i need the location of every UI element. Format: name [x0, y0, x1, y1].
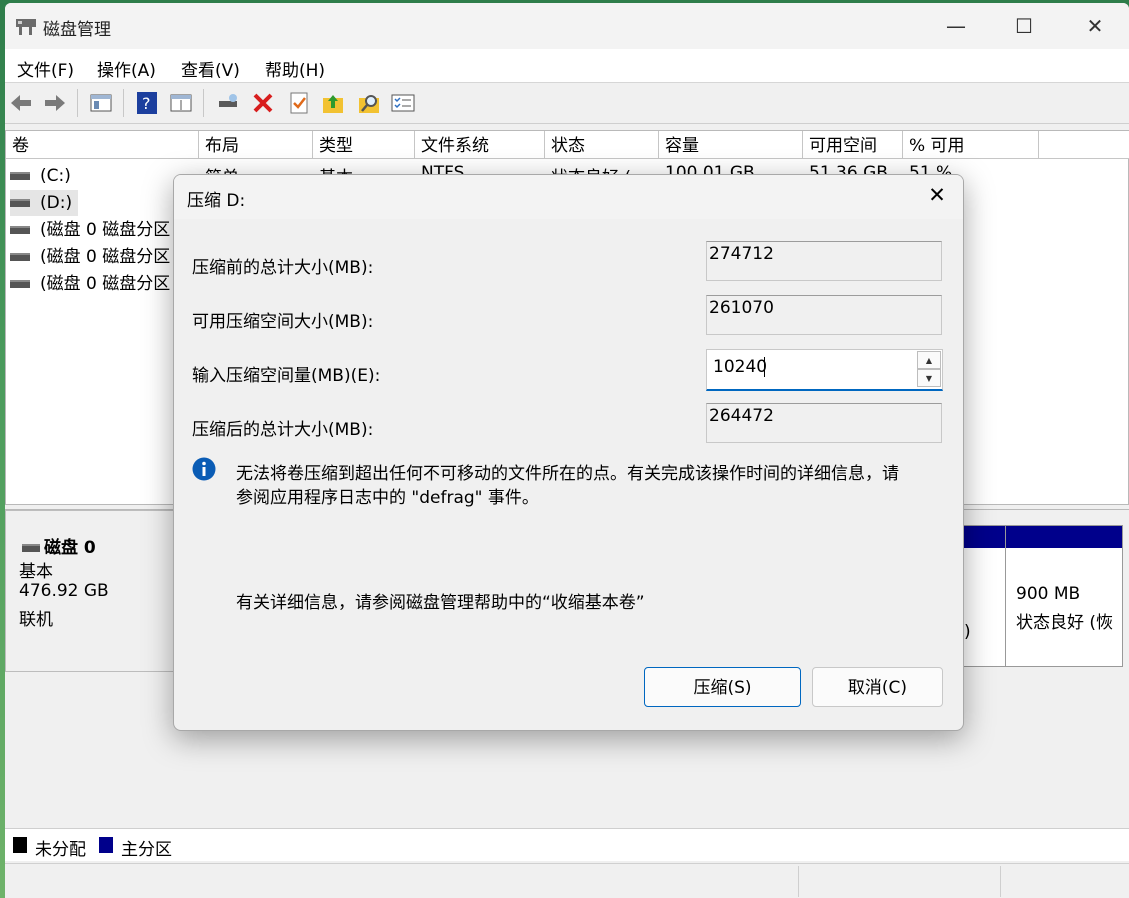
column-header-free-space[interactable]: 可用空间: [803, 131, 903, 159]
dialog-close-button[interactable]: ✕: [924, 183, 950, 207]
menu-view[interactable]: 查看(V): [181, 56, 240, 81]
toolbar-separator: [77, 89, 78, 117]
up-folder-icon[interactable]: [321, 91, 345, 115]
drive-icon: [10, 253, 30, 261]
column-header-percent-free[interactable]: % 可用: [903, 131, 1039, 159]
info-text-line1: 无法将卷压缩到超出任何不可移动的文件所在的点。有关完成该操作时间的详细信息，请: [236, 464, 899, 484]
disk-type: 基本: [19, 562, 53, 582]
column-header-status[interactable]: 状态: [545, 131, 659, 159]
total-before-label: 压缩前的总计大小(MB):: [192, 258, 374, 278]
drive-icon: [10, 172, 30, 180]
minimize-button[interactable]: —: [941, 13, 971, 39]
disk-0-info[interactable]: 磁盘 0 基本 476.92 GB 联机: [5, 510, 177, 672]
total-before-field: 274712: [706, 241, 942, 281]
disk-name-row: 磁盘 0: [22, 533, 96, 558]
dialog-title: 压缩 D:: [187, 191, 246, 211]
menu-action[interactable]: 操作(A): [97, 56, 156, 81]
shrink-amount-input[interactable]: 10240: [713, 357, 767, 377]
shrink-amount-label: 输入压缩空间量(MB)(E):: [192, 366, 381, 386]
info-text-line2: 参阅应用程序日志中的 "defrag" 事件。: [236, 488, 539, 508]
disk-management-icon: [16, 19, 36, 35]
maximize-button[interactable]: ☐: [1009, 13, 1039, 39]
forward-arrow-icon[interactable]: [43, 91, 67, 115]
partition-block[interactable]: ): [960, 525, 1006, 667]
disk-state: 联机: [19, 610, 53, 630]
column-header-type[interactable]: 类型: [313, 131, 415, 159]
total-after-label: 压缩后的总计大小(MB):: [192, 420, 374, 440]
svg-text:?: ?: [142, 94, 151, 113]
column-header-filesystem[interactable]: 文件系统: [415, 131, 545, 159]
spin-down-button[interactable]: ▼: [917, 369, 941, 387]
legend: 未分配 主分区: [5, 828, 1129, 861]
console-tree-icon[interactable]: [89, 91, 113, 115]
status-divider: [798, 866, 799, 897]
column-header-volume[interactable]: 卷: [6, 131, 199, 159]
toolbar-separator: [203, 89, 204, 117]
help-icon[interactable]: ?: [135, 91, 159, 115]
connect-drive-icon[interactable]: [217, 91, 241, 115]
partition-status-fragment: ): [964, 622, 971, 642]
shrink-dialog: 压缩 D: ✕ 压缩前的总计大小(MB): 274712 可用压缩空间大小(MB…: [173, 174, 964, 731]
status-divider: [1000, 866, 1001, 897]
title-bar: 磁盘管理 — ☐ ✕: [5, 3, 1129, 49]
primary-partition-bar: [1006, 526, 1122, 548]
menu-help[interactable]: 帮助(H): [265, 56, 325, 81]
check-icon[interactable]: [287, 91, 311, 115]
delete-icon[interactable]: [251, 91, 275, 115]
close-window-button[interactable]: ✕: [1080, 13, 1110, 39]
disk-name: 磁盘 0: [44, 538, 96, 558]
table-row[interactable]: (D:): [10, 190, 79, 216]
spin-up-button[interactable]: ▲: [917, 351, 941, 369]
back-arrow-icon[interactable]: [9, 91, 33, 115]
text-caret: [764, 357, 765, 377]
properties-view-icon[interactable]: [169, 91, 193, 115]
column-header-empty: [1039, 131, 1129, 159]
partition-status: 状态良好 (恢: [1016, 613, 1114, 633]
legend-primary-label: 主分区: [121, 840, 172, 860]
status-bar: [5, 863, 1129, 898]
table-row[interactable]: (磁盘 0 磁盘分区: [10, 217, 170, 243]
shrink-amount-stepper[interactable]: 10240 ▲ ▼: [706, 349, 943, 391]
drive-icon: [10, 199, 30, 207]
recovery-partition-block[interactable]: 900 MB 状态良好 (恢: [1005, 525, 1123, 667]
disk-size: 476.92 GB: [19, 581, 109, 601]
available-space-label: 可用压缩空间大小(MB):: [192, 312, 374, 332]
table-row[interactable]: (C:): [10, 163, 71, 189]
drive-icon: [10, 226, 30, 234]
legend-unallocated-label: 未分配: [35, 840, 86, 860]
help-text: 有关详细信息，请参阅磁盘管理帮助中的“收缩基本卷”: [236, 593, 645, 613]
primary-partition-bar: [961, 526, 1005, 548]
menu-bar: 文件(F) 操作(A) 查看(V) 帮助(H): [5, 49, 1129, 83]
drive-icon: [10, 280, 30, 288]
column-header-capacity[interactable]: 容量: [659, 131, 803, 159]
total-after-field: 264472: [706, 403, 942, 443]
column-header-layout[interactable]: 布局: [199, 131, 313, 159]
legend-swatch-unallocated: [13, 837, 27, 853]
menu-file[interactable]: 文件(F): [17, 56, 74, 81]
toolbar-separator: [123, 89, 124, 117]
legend-swatch-primary: [99, 837, 113, 853]
window-title: 磁盘管理: [43, 20, 111, 40]
available-space-field: 261070: [706, 295, 942, 335]
partition-size: 900 MB: [1016, 584, 1081, 604]
search-folder-icon[interactable]: [357, 91, 381, 115]
shrink-button[interactable]: 压缩(S): [644, 667, 801, 707]
table-row[interactable]: (磁盘 0 磁盘分区: [10, 271, 170, 297]
table-row[interactable]: (磁盘 0 磁盘分区: [10, 244, 170, 270]
drive-icon: [22, 544, 40, 552]
list-settings-icon[interactable]: [391, 91, 415, 115]
cancel-button[interactable]: 取消(C): [812, 667, 943, 707]
toolbar: ?: [5, 83, 1129, 124]
info-icon: [192, 457, 216, 481]
dialog-title-bar: 压缩 D: ✕: [174, 175, 963, 219]
